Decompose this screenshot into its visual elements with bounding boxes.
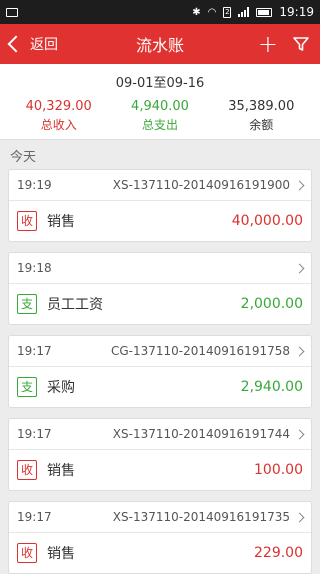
chevron-left-icon [7, 35, 25, 53]
record-time: 19:19 [17, 178, 52, 192]
summary-panel: 09-01至09-16 40,329.00 总收入 4,940.00 总支出 3… [0, 64, 320, 140]
balance-label: 余额 [249, 118, 274, 132]
record-category: 采购 [47, 380, 75, 396]
record-category: 销售 [47, 463, 75, 479]
record-list: 19:19 XS-137110-20140916191900 收 销售 40,0… [0, 169, 320, 574]
record-category: 销售 [47, 546, 75, 562]
wifi-icon: ◠ [207, 6, 217, 18]
image-notification-icon [6, 7, 18, 17]
expense-value: 4,940.00 [131, 99, 189, 114]
title-bar: 返回 流水账 + [0, 24, 320, 64]
record-code: XS-137110-20140916191735 [112, 510, 290, 524]
record-time: 19:17 [17, 427, 52, 441]
record-category: 员工工资 [47, 297, 103, 313]
record-card[interactable]: 19:18 支 员工工资 2,000.00 [8, 252, 312, 325]
chevron-right-icon [294, 180, 305, 190]
chevron-right-icon [294, 346, 305, 356]
expense-badge: 支 [17, 377, 37, 397]
record-time: 19:17 [17, 344, 52, 358]
bluetooth-icon: ✱ [192, 6, 201, 18]
record-category: 销售 [47, 214, 75, 230]
income-label: 总收入 [40, 118, 77, 132]
status-bar: ✱ ◠ 2 19:19 [0, 0, 320, 24]
sim-card-icon: 2 [223, 6, 232, 18]
record-card[interactable]: 19:17 XS-137110-20140916191744 收 销售 100.… [8, 418, 312, 491]
chevron-right-icon [294, 263, 305, 273]
income-badge: 收 [17, 211, 37, 231]
battery-icon [256, 7, 273, 17]
record-amount: 2,940.00 [240, 379, 303, 395]
chevron-right-icon [294, 512, 305, 522]
back-label: 返回 [30, 37, 58, 53]
record-code: XS-137110-20140916191900 [112, 178, 290, 192]
record-amount: 40,000.00 [231, 213, 303, 229]
record-time: 19:17 [17, 510, 52, 524]
record-card[interactable]: 19:19 XS-137110-20140916191900 收 销售 40,0… [8, 169, 312, 242]
record-time: 19:18 [17, 261, 52, 275]
income-total: 40,329.00 总收入 [26, 99, 92, 133]
chevron-right-icon [294, 429, 305, 439]
status-time: 19:19 [279, 5, 314, 19]
income-badge: 收 [17, 460, 37, 480]
income-badge: 收 [17, 543, 37, 563]
income-value: 40,329.00 [25, 99, 92, 114]
filter-funnel-icon[interactable] [292, 35, 310, 53]
expense-total: 4,940.00 总支出 [131, 99, 189, 133]
record-code: CG-137110-20140916191758 [110, 344, 290, 358]
signal-icon [238, 7, 250, 17]
back-button[interactable]: 返回 [0, 24, 58, 64]
record-amount: 2,000.00 [240, 296, 303, 312]
plus-icon[interactable]: + [258, 32, 278, 56]
record-card[interactable]: 19:17 XS-137110-20140916191735 收 销售 229.… [8, 501, 312, 574]
balance-total: 35,389.00 余额 [228, 99, 294, 133]
record-code: XS-137110-20140916191744 [112, 427, 290, 441]
record-amount: 229.00 [254, 545, 303, 561]
date-range[interactable]: 09-01至09-16 [0, 72, 320, 91]
record-card[interactable]: 19:17 CG-137110-20140916191758 支 采购 2,94… [8, 335, 312, 408]
section-title: 今天 [10, 150, 37, 165]
expense-label: 总支出 [141, 118, 178, 132]
record-amount: 100.00 [254, 462, 303, 478]
balance-value: 35,389.00 [228, 99, 295, 114]
expense-badge: 支 [17, 294, 37, 314]
